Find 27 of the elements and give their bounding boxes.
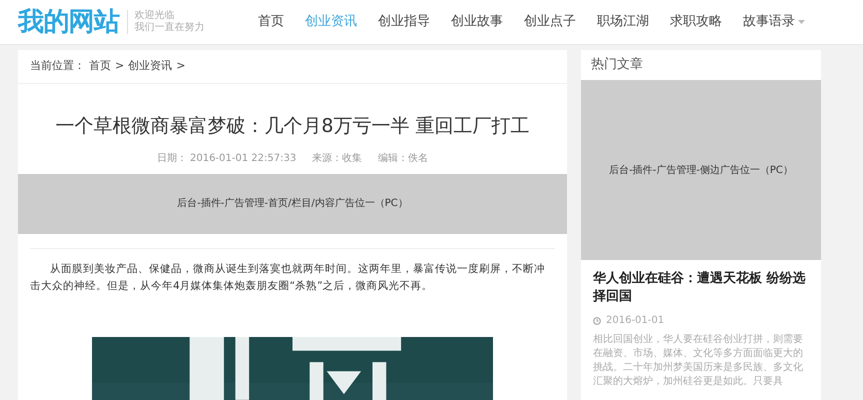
article-meta: 编辑：佚名 [378, 152, 428, 166]
caret-icon [798, 20, 805, 24]
nav-link[interactable]: 职场江湖 [597, 12, 649, 32]
clock-icon [593, 316, 601, 324]
breadcrumb-item: 当前位置： [30, 58, 85, 74]
breadcrumb-item[interactable]: 创业资讯 [128, 58, 172, 75]
sidebar-title: 热门文章 [591, 56, 643, 74]
site-slogan: 欢迎光临 [134, 10, 176, 22]
article-meta: 日期： 2016-01-01 22:57:33 [156, 152, 296, 166]
nav-link[interactable]: 创业指导 [378, 12, 430, 32]
ad-text: 后台-插件-广告管理-首页/栏目/内容广告位一（PC） [177, 196, 408, 211]
site-slogan: 我们一直在努力 [134, 22, 204, 34]
ad-text: 后台-插件-广告管理-侧边广告位一（PC） [609, 164, 793, 178]
breadcrumb-item[interactable]: 首页 [89, 58, 111, 75]
article-paragraph: 从面膜到美妆产品、保健品，微商从诞生到落寞也就两年时间。这两年里，暴富传说一度刷屏，不断冲击大众的神经。但是，从今年4月媒体集体炮轰朋友圈“杀熟”之后，微商风光不再。 [30, 262, 546, 294]
nav-link[interactable]: 首页 [258, 12, 284, 32]
article-title: 一个草根微商暴富梦破：几个月8万亏一半 重回工厂打工 [54, 114, 531, 139]
post-date: 2016-01-01 [606, 314, 664, 328]
nav-link[interactable]: 创业故事 [451, 12, 503, 32]
post-excerpt: 相比回国创业，华人要在硅谷创业打拼，则需要在融资、市场、媒体、文化等多方面面临更大的挑战。二十年加州梦美国历来是多民族、多文化汇聚的大熔炉，加州硅谷更是如此。只要具 [593, 333, 804, 389]
nav-link[interactable]: 求职攻略 [670, 12, 722, 32]
nav-link[interactable]: 创业点子 [524, 12, 576, 32]
article-meta: 来源：收集 [312, 152, 362, 166]
breadcrumb-item: > [176, 58, 186, 74]
breadcrumb-item: > [115, 58, 124, 74]
post-title[interactable]: 华人创业在硅谷：遭遇天花板 纷纷选择回国 [593, 270, 809, 306]
nav-link[interactable]: 故事语录 [743, 12, 805, 32]
